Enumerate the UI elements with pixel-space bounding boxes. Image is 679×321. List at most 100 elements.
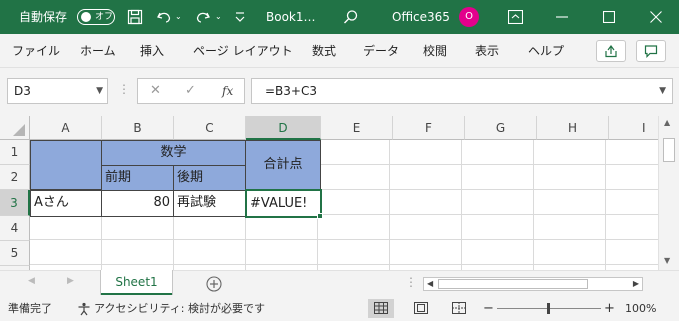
accessibility-status[interactable]: アクセシビリティ: 検討が必要です [94, 296, 265, 321]
search-icon[interactable] [343, 9, 359, 25]
file-name[interactable]: Book1… [266, 0, 316, 34]
tab-view[interactable]: 表示 [475, 34, 499, 68]
formula-input[interactable]: =B3+C3 ▼ [251, 78, 673, 104]
customize-icon[interactable] [234, 10, 246, 24]
scroll-down-icon[interactable]: ▼ [664, 256, 670, 265]
formula-bar: D3 ▼ ⋮ ✕ ✓ fx =B3+C3 ▼ [0, 68, 679, 116]
autosave-label: 自動保存 [19, 10, 68, 24]
select-all-icon [13, 124, 25, 136]
tab-file[interactable]: ファイル [12, 34, 60, 68]
status-bar: 準備完了 アクセシビリティ: 検討が必要です − + 100% [0, 296, 679, 321]
zoom-out-button[interactable]: − [483, 296, 494, 321]
minimize-icon[interactable] [556, 16, 568, 18]
column-header-b[interactable]: B [102, 116, 174, 140]
row-header-3[interactable]: 3 [0, 190, 30, 216]
scroll-left-icon[interactable]: ◀ [427, 278, 433, 290]
page-layout-icon [414, 302, 428, 314]
cell-d3-active[interactable]: #VALUE! [245, 189, 322, 218]
row-header-4[interactable]: 4 [0, 216, 30, 241]
select-all-corner[interactable] [0, 116, 30, 140]
tab-data[interactable]: データ [363, 34, 399, 68]
cancel-icon[interactable]: ✕ [150, 79, 161, 103]
formula-buttons: ✕ ✓ fx [137, 78, 245, 104]
ribbon-display-icon[interactable] [508, 10, 523, 24]
column-header-e[interactable]: E [321, 116, 393, 140]
column-header-c[interactable]: C [174, 116, 246, 140]
redo-icon[interactable] [195, 9, 211, 25]
cell-c3[interactable]: 再試験 [173, 190, 246, 217]
zoom-level[interactable]: 100% [625, 296, 656, 321]
scroll-up-icon[interactable]: ▲ [664, 118, 670, 127]
row-header-1[interactable]: 1 [0, 140, 30, 165]
horizontal-scrollbar[interactable]: ◀ ▶ [423, 277, 643, 291]
title-bar: 自動保存 オフ ⌄ ⌄ Book1… Office365 O [0, 0, 679, 34]
row-header-5[interactable]: 5 [0, 241, 30, 266]
cell-c2[interactable]: 後期 [173, 165, 246, 191]
sheet-tab-bar: ◀ ▶ Sheet1 ⋮ ◀ ▶ [0, 270, 679, 296]
tab-help[interactable]: ヘルプ [528, 34, 564, 68]
sheet-tab-sheet1[interactable]: Sheet1 [101, 270, 172, 295]
comment-icon [644, 45, 658, 58]
cell-b2[interactable]: 前期 [101, 165, 174, 191]
next-sheet-icon[interactable]: ▶ [67, 276, 74, 286]
toggle-knob [81, 12, 91, 22]
enter-icon[interactable]: ✓ [185, 79, 196, 103]
column-header-g[interactable]: G [465, 116, 537, 140]
cell-d1-d2[interactable]: 合計点 [245, 140, 321, 190]
tab-formulas[interactable]: 数式 [312, 34, 336, 68]
zoom-slider-thumb[interactable] [547, 303, 550, 314]
vertical-scrollbar[interactable]: ▲ ▼ [658, 116, 679, 270]
share-button[interactable] [596, 40, 626, 62]
zoom-in-button[interactable]: + [604, 296, 615, 321]
cell-b3[interactable]: 80 [101, 190, 174, 217]
page-layout-view-button[interactable] [408, 299, 434, 318]
row-header-2[interactable]: 2 [0, 165, 30, 190]
formula-text: =B3+C3 [265, 84, 317, 98]
tab-page-layout[interactable]: ページ レイアウト [193, 34, 293, 68]
grid-view-icon [374, 302, 388, 314]
prev-sheet-icon[interactable]: ◀ [28, 276, 35, 286]
column-header-a[interactable]: A [30, 116, 102, 140]
ready-status: 準備完了 [8, 302, 52, 315]
account-name[interactable]: Office365 [392, 0, 450, 34]
close-icon[interactable] [650, 11, 662, 23]
tab-split-handle-icon[interactable]: ⋮ [405, 275, 417, 289]
chevron-down-icon[interactable]: ▼ [96, 79, 103, 103]
maximize-icon[interactable] [603, 11, 615, 23]
insert-function-icon[interactable]: fx [222, 79, 233, 103]
scroll-right-icon[interactable]: ▶ [633, 278, 639, 290]
worksheet-grid[interactable]: A B C D E F G H I 1 2 3 4 5 数学 合計点 前期 後期… [0, 116, 658, 270]
page-break-icon [452, 302, 466, 314]
cell-b1-c1[interactable]: 数学 [101, 140, 246, 166]
redo-dropdown-icon[interactable]: ⌄ [215, 0, 222, 34]
column-header-h[interactable]: H [537, 116, 609, 140]
share-icon [605, 45, 617, 58]
name-box-value: D3 [14, 84, 31, 98]
tab-home[interactable]: ホーム [80, 34, 116, 68]
accessibility-icon[interactable] [77, 302, 91, 316]
cell-a3[interactable]: Aさん [30, 190, 102, 217]
tab-review[interactable]: 校閲 [423, 34, 447, 68]
cell-a1-a2[interactable] [30, 140, 102, 190]
vertical-scroll-thumb[interactable] [663, 138, 675, 162]
column-header-d[interactable]: D [246, 116, 321, 140]
undo-dropdown-icon[interactable]: ⌄ [175, 0, 182, 34]
expand-formula-icon[interactable]: ▼ [659, 79, 666, 103]
horizontal-scroll-thumb[interactable] [438, 279, 588, 289]
comments-button[interactable] [636, 40, 666, 62]
undo-icon[interactable] [156, 9, 172, 25]
column-header-i[interactable]: I [609, 116, 658, 140]
avatar[interactable]: O [459, 7, 479, 27]
add-sheet-icon[interactable] [206, 276, 222, 292]
tab-insert[interactable]: 挿入 [140, 34, 164, 68]
column-header-f[interactable]: F [393, 116, 465, 140]
autosave-state: オフ [95, 12, 114, 22]
normal-view-button[interactable] [368, 299, 394, 318]
save-icon[interactable] [127, 9, 143, 25]
fill-handle[interactable] [317, 213, 323, 219]
formula-bar-handle-icon[interactable]: ⋮ [118, 82, 130, 96]
autosave-toggle[interactable]: オフ [77, 9, 115, 25]
name-box[interactable]: D3 ▼ [7, 78, 108, 104]
page-break-view-button[interactable] [446, 299, 472, 318]
ribbon-tabs: ファイル ホーム 挿入 ページ レイアウト 数式 データ 校閲 表示 ヘルプ [0, 34, 679, 68]
